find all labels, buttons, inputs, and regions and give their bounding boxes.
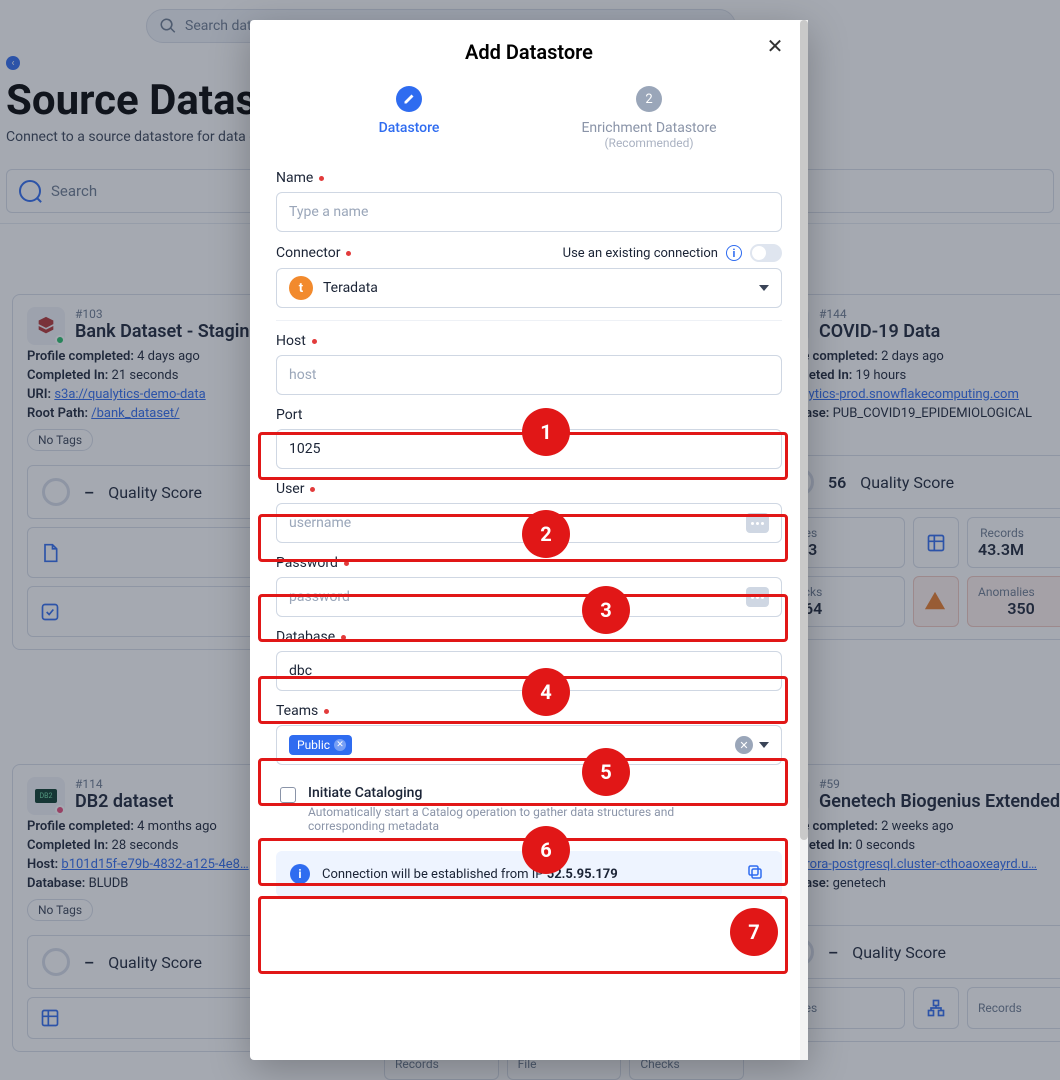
database-input[interactable] (276, 651, 782, 691)
required-dot-icon (310, 487, 315, 492)
password-input-field[interactable] (289, 589, 746, 605)
step-2-label: Enrichment Datastore (529, 120, 769, 136)
step-1-bubble[interactable] (396, 86, 422, 112)
step-1-label: Datastore (289, 120, 529, 136)
checkbox-icon[interactable] (280, 787, 296, 803)
divider (276, 320, 782, 321)
info-icon[interactable]: i (726, 245, 742, 261)
required-dot-icon (324, 709, 329, 714)
ip-note-text: Connection will be established from IP 5… (322, 867, 618, 882)
team-chip-public[interactable]: Public ✕ (289, 735, 352, 755)
connector-label: Connector (276, 245, 340, 261)
database-input-field[interactable] (289, 663, 769, 679)
copy-icon[interactable] (746, 863, 768, 885)
port-input[interactable] (276, 429, 782, 469)
user-label: User (276, 481, 304, 497)
ip-note: i Connection will be established from IP… (276, 851, 782, 897)
port-label: Port (276, 407, 302, 423)
modal-scrollbar[interactable] (800, 20, 808, 1060)
cataloging-desc: Automatically start a Catalog operation … (308, 805, 688, 833)
clear-icon[interactable]: ✕ (735, 736, 753, 754)
info-filled-icon: i (290, 864, 310, 884)
connector-value: Teradata (323, 280, 378, 296)
port-input-field[interactable] (289, 441, 769, 457)
password-input[interactable] (276, 577, 782, 617)
required-dot-icon (344, 561, 349, 566)
step-2-bubble[interactable]: 2 (636, 86, 662, 112)
connector-select[interactable]: t Teradata (276, 268, 782, 308)
use-existing-label: Use an existing connection (563, 246, 718, 261)
required-dot-icon (346, 251, 351, 256)
teams-label: Teams (276, 703, 318, 719)
teams-select[interactable]: Public ✕ ✕ (276, 725, 782, 765)
required-dot-icon (341, 635, 346, 640)
use-existing-toggle[interactable] (750, 244, 782, 262)
step-2-sub: (Recommended) (529, 136, 769, 150)
modal-title: Add Datastore (276, 40, 782, 64)
secrets-icon[interactable] (746, 587, 769, 607)
name-input-field[interactable] (289, 204, 769, 220)
add-datastore-modal: ✕ Add Datastore Datastore 2 Enrichment D… (250, 20, 808, 1060)
remove-chip-icon[interactable]: ✕ (334, 739, 346, 751)
host-label: Host (276, 333, 306, 349)
secrets-icon[interactable] (746, 513, 769, 533)
name-input[interactable] (276, 192, 782, 232)
database-label: Database (276, 629, 335, 645)
user-input[interactable] (276, 503, 782, 543)
chevron-down-icon (759, 742, 769, 748)
name-label: Name (276, 170, 313, 186)
teradata-logo-icon: t (289, 276, 313, 300)
close-icon[interactable]: ✕ (764, 36, 786, 58)
host-input[interactable] (276, 355, 782, 395)
wizard-stepper: Datastore 2 Enrichment Datastore (Recomm… (276, 86, 782, 150)
required-dot-icon (312, 339, 317, 344)
required-dot-icon (319, 176, 324, 181)
initiate-cataloging-row[interactable]: Initiate Cataloging Automatically start … (276, 777, 782, 841)
host-input-field[interactable] (289, 367, 769, 383)
user-input-field[interactable] (289, 515, 746, 531)
password-label: Password (276, 555, 338, 571)
chevron-down-icon (759, 285, 769, 291)
cataloging-title: Initiate Cataloging (308, 785, 688, 801)
